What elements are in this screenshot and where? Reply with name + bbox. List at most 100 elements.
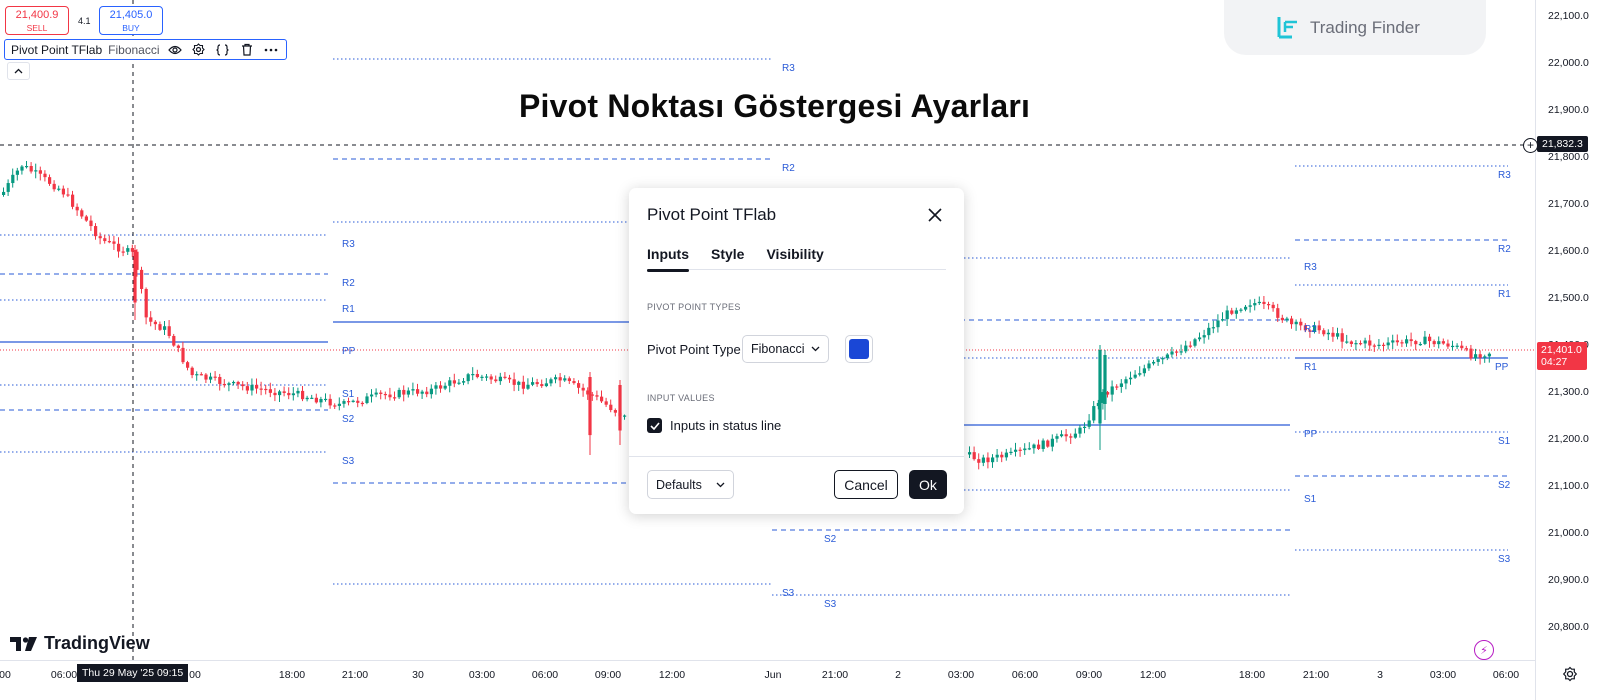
candle-body (245, 386, 249, 391)
candle-body (1023, 448, 1027, 451)
candle-body (402, 389, 406, 395)
inputs-status-line-checkbox[interactable] (647, 418, 662, 433)
candle-body (1391, 340, 1395, 343)
gear-icon[interactable] (1562, 666, 1578, 682)
candle-body (1248, 305, 1252, 307)
candle-body (489, 376, 493, 380)
candle-body (333, 405, 337, 407)
candle-body (1103, 355, 1107, 404)
tradingview-logo-icon (10, 636, 37, 651)
candle-body (968, 452, 972, 455)
price-tick: 21,500.0 (1548, 292, 1589, 304)
candle-body (986, 457, 990, 463)
settings-icon[interactable] (190, 41, 208, 59)
candle-body (291, 393, 295, 396)
candle-body (1483, 356, 1487, 358)
candle-body (1152, 361, 1156, 364)
time-tick: 09:00 (594, 669, 622, 681)
price-tick: 20,900.0 (1548, 574, 1589, 586)
candle-body (264, 388, 268, 391)
line-color-picker[interactable] (845, 335, 873, 363)
candle-body (48, 177, 52, 184)
eye-icon[interactable] (166, 41, 184, 59)
candle-body (452, 380, 456, 384)
time-tick: 12:00 (1139, 669, 1167, 681)
candle-body (388, 394, 392, 398)
source-code-icon[interactable] (214, 41, 232, 59)
candle-body (1175, 351, 1179, 353)
time-tick: 2 (895, 669, 901, 681)
indicator-legend[interactable]: Pivot Point TFlab Fibonacci (4, 39, 287, 60)
candle-body (1161, 358, 1165, 360)
tradingview-logo[interactable]: TradingView (10, 633, 150, 654)
candle-body (241, 384, 245, 387)
candle-body (1451, 345, 1455, 348)
time-axis[interactable]: 00 06:00 00 18:00 21:00 30 03:00 06:00 09:00 12:0… (0, 660, 1535, 700)
time-tick: 09:00 (1075, 669, 1103, 681)
pivot-label-r2: R2 (1304, 324, 1317, 335)
candle-body (1418, 343, 1422, 346)
candle-body (319, 398, 323, 403)
pivot-label-r2: R2 (342, 278, 355, 289)
candle-body (117, 243, 121, 252)
candle-body (158, 324, 162, 330)
candle-body (1156, 359, 1160, 362)
candle-body (411, 389, 415, 391)
candle-body (480, 376, 484, 378)
spread-value: 4.1 (78, 16, 91, 26)
time-tick: 00 (189, 669, 201, 681)
candle-body (1225, 310, 1229, 320)
candle-body (1064, 434, 1068, 437)
candle-body (1041, 440, 1045, 449)
price-tick: 21,700.0 (1548, 198, 1589, 210)
candle-body (549, 379, 553, 384)
candle-body (2, 191, 6, 195)
candle-body (1046, 440, 1050, 447)
candle-body (176, 345, 180, 348)
candle-body (1032, 444, 1036, 449)
candle-body (416, 389, 420, 394)
sell-button[interactable]: 21,400.9 SELL (5, 6, 69, 35)
defaults-select[interactable]: Defaults (647, 470, 734, 499)
candle-body (268, 389, 272, 393)
bolt-icon[interactable]: ⚡ (1474, 640, 1494, 660)
time-tick: 21:00 (821, 669, 849, 681)
add-alert-icon[interactable]: + (1523, 138, 1538, 153)
buy-button[interactable]: 21,405.0 BUY (99, 6, 163, 35)
candle-body (1211, 327, 1215, 329)
candle-body (1345, 341, 1349, 343)
candle-body (1285, 318, 1289, 321)
collapse-legend-button[interactable] (7, 62, 30, 80)
candle-body (52, 183, 56, 190)
candle-body (535, 382, 539, 385)
candle-body (595, 395, 599, 397)
price-tick: 21,600.0 (1548, 245, 1589, 257)
price-tick: 21,000.0 (1548, 527, 1589, 539)
time-tick: 18:00 (1238, 669, 1266, 681)
cancel-button[interactable]: Cancel (834, 470, 898, 499)
tab-visibility[interactable]: Visibility (766, 246, 823, 270)
watermark-text: Trading Finder (1310, 17, 1420, 37)
candle-body (1326, 332, 1330, 335)
inputs-status-line-row[interactable]: Inputs in status line (647, 418, 781, 433)
more-icon[interactable] (262, 41, 280, 59)
candle-body (1129, 377, 1133, 380)
tab-inputs[interactable]: Inputs (647, 246, 689, 272)
candle-body (512, 379, 516, 385)
page-headline: Pivot Noktası Göstergesi Ayarları (519, 88, 1031, 124)
candle-body (1400, 342, 1404, 344)
candle-body (190, 367, 194, 376)
close-button[interactable] (924, 204, 946, 226)
pivot-type-select[interactable]: Fibonacci (742, 335, 829, 363)
candle-body (1253, 303, 1257, 306)
ok-button[interactable]: Ok (909, 470, 947, 499)
trash-icon[interactable] (238, 41, 256, 59)
trading-finder-watermark: Trading Finder (1224, 0, 1486, 55)
candle-body (103, 238, 107, 242)
price-tick: 21,300.0 (1548, 386, 1589, 398)
crosshair-time-tag: Thu 29 May '25 09:15 (77, 664, 189, 682)
candle-body (972, 452, 976, 460)
checkmark-icon (649, 421, 660, 430)
tab-style[interactable]: Style (711, 246, 744, 270)
candle-body (425, 391, 429, 395)
